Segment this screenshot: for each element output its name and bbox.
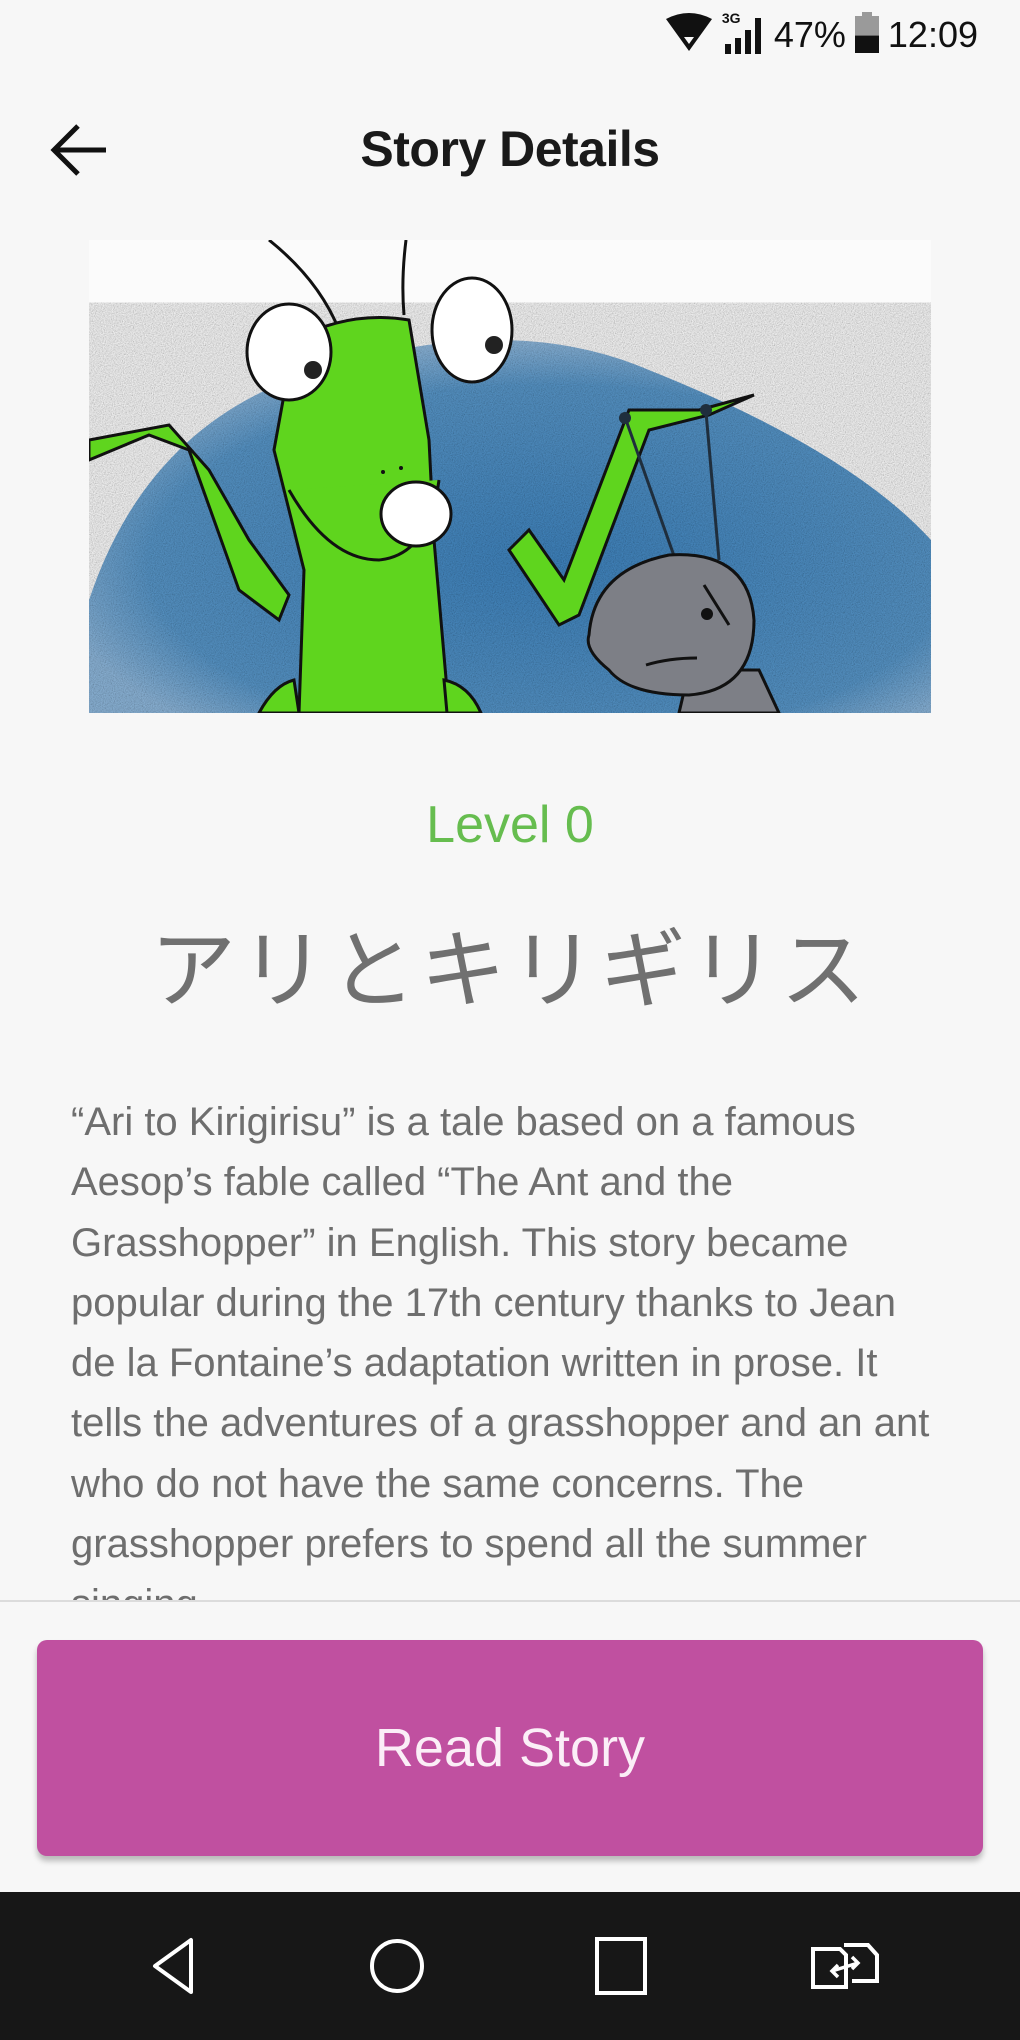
battery-percent: 47% (773, 14, 846, 55)
switch-sim-icon (811, 1943, 879, 1989)
bottom-action-panel: Read Story (0, 1600, 1020, 1894)
home-icon (370, 1939, 424, 1993)
story-level: Level 0 (426, 796, 594, 854)
status-bar: 3G 47% 12:09 (0, 0, 1020, 70)
nav-home-button[interactable] (352, 1926, 442, 2006)
wifi-icon (664, 12, 714, 58)
story-description[interactable]: “Ari to Kirigirisu” is a tale based on a… (71, 1092, 951, 1600)
system-nav-bar (0, 1892, 1020, 2040)
status-icons: 3G 47% 12:09 (664, 10, 978, 60)
battery-icon (854, 11, 880, 59)
clock: 12:09 (887, 14, 978, 55)
recents-icon (595, 1937, 647, 1995)
read-story-button[interactable]: Read Story (37, 1640, 983, 1856)
page-title: Story Details (360, 121, 660, 177)
app-bar: Story Details (0, 70, 1020, 230)
story-title: アリとキリギリス (150, 921, 870, 1021)
nav-recents-button[interactable] (576, 1926, 666, 2006)
back-icon (153, 1938, 193, 1994)
story-cover-image (89, 240, 931, 713)
nav-back-button[interactable] (128, 1926, 218, 2006)
cellular-signal-icon: 3G (722, 10, 766, 56)
nav-switch-sim-button[interactable] (800, 1926, 890, 2006)
